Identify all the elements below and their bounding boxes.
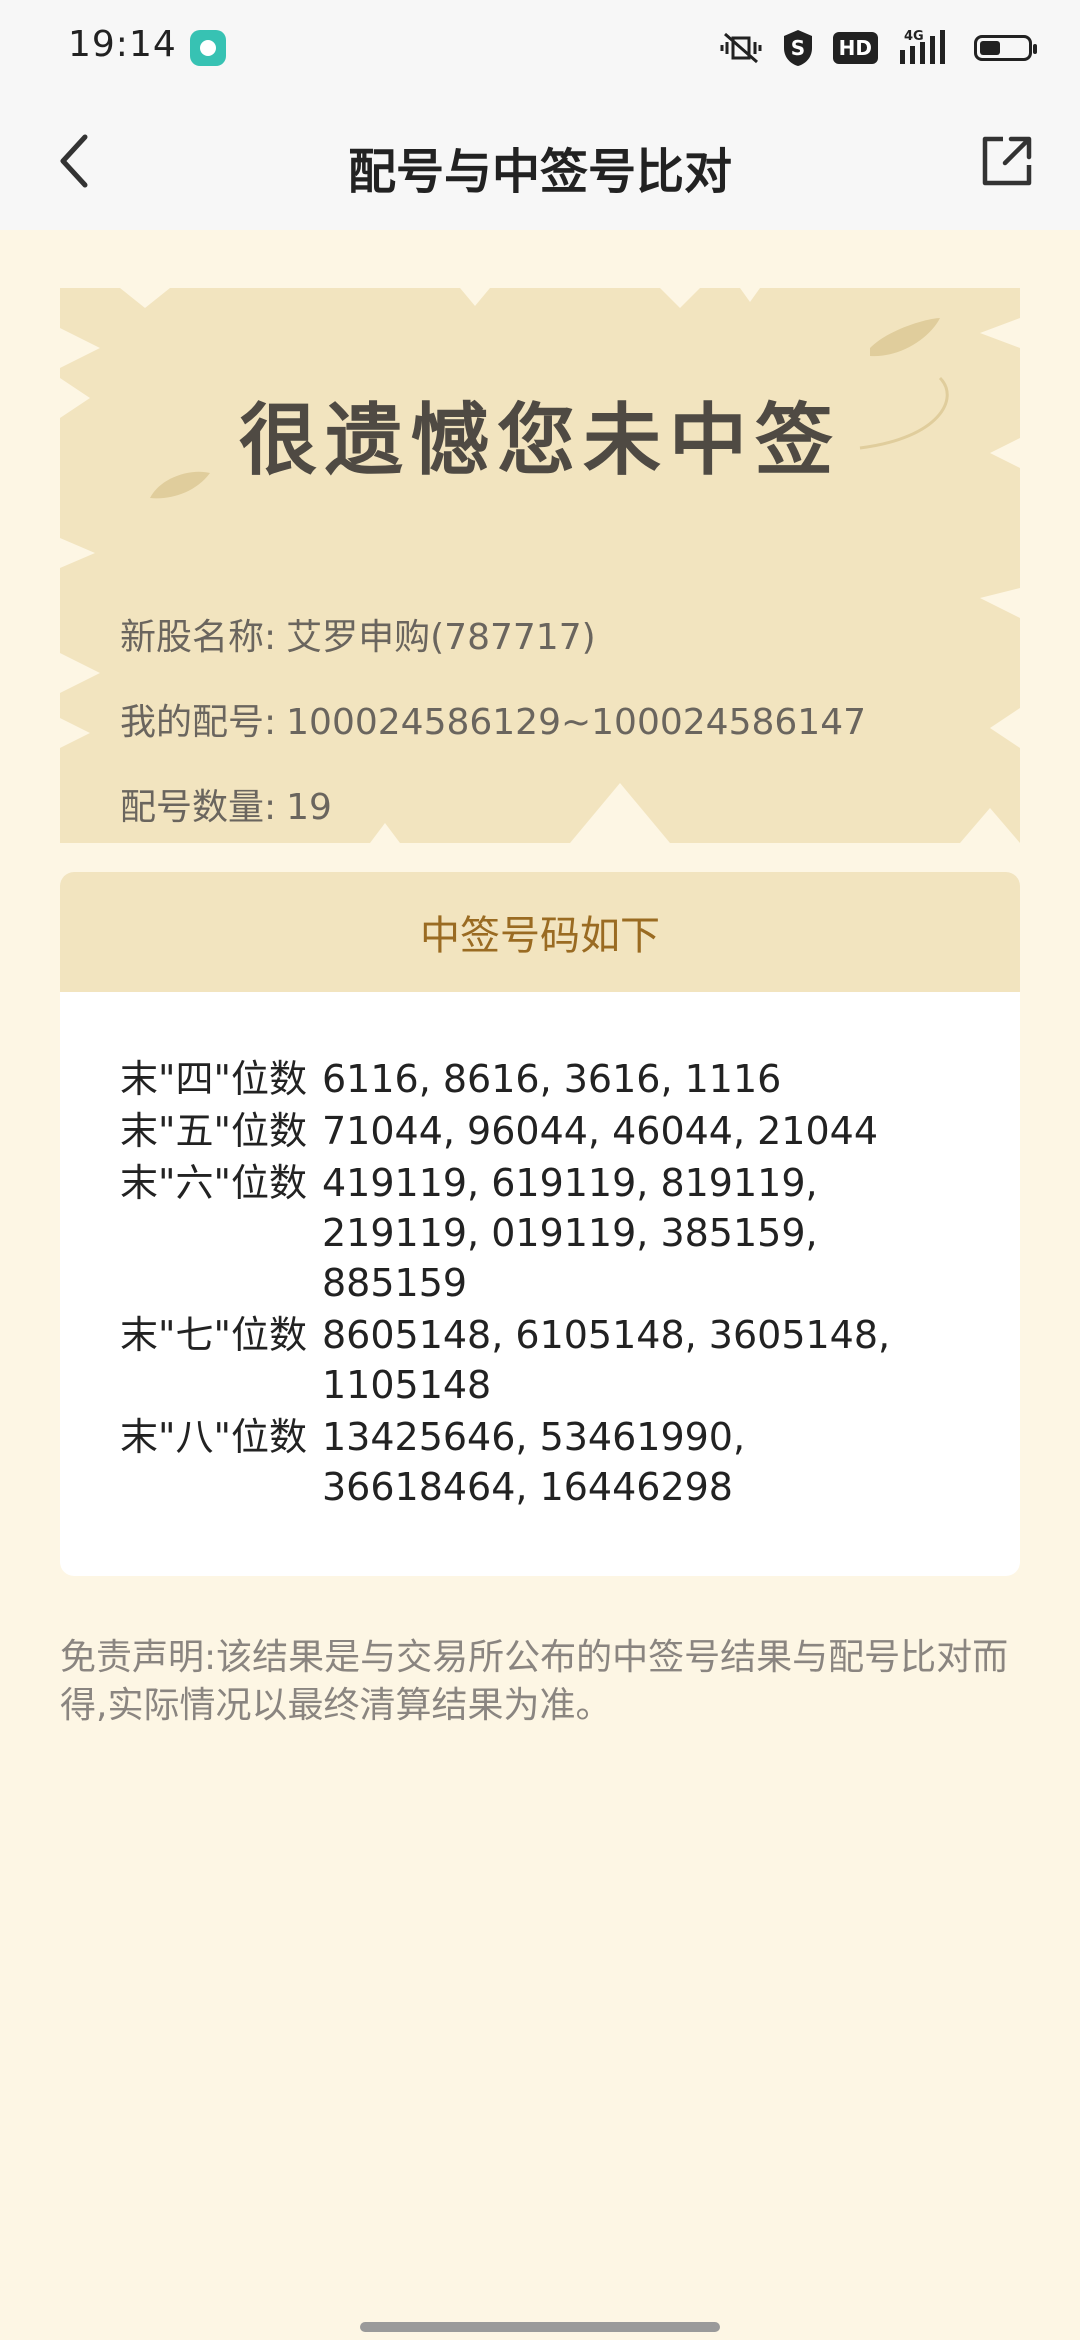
music-app-icon — [190, 30, 226, 66]
vibrate-mute-icon — [719, 30, 763, 66]
winning-numbers-header: 中签号码如下 — [60, 872, 1020, 992]
result-banner: 很遗憾您未中签 新股名称: 艾罗申购(787717) 我的配号: 100024586… — [60, 288, 1020, 843]
shield-s-icon: S — [781, 28, 815, 68]
list-item: 末"六"位数 419119, 619119, 819119, 219119, 0… — [120, 1158, 1020, 1308]
digit-group-values: 6116, 8616, 3616, 1116 — [322, 1057, 782, 1101]
allotment-count-row: 配号数量: 19 — [120, 778, 332, 830]
share-button[interactable] — [972, 126, 1042, 196]
winning-numbers-list: 末"四"位数 6116, 8616, 3616, 1116 末"五"位数 710… — [60, 992, 1020, 1512]
digit-group-values: 71044, 96044, 46044, 21044 — [322, 1109, 879, 1153]
svg-text:4G: 4G — [904, 29, 924, 44]
winning-numbers-card: 中签号码如下 末"四"位数 6116, 8616, 3616, 1116 末"五… — [60, 872, 1020, 1576]
allotment-number-value: 100024586129~100024586147 — [286, 702, 867, 743]
disclaimer-text: 免责声明:该结果是与交易所公布的中签号结果与配号比对而得,实际情况以最终清算结果… — [60, 1637, 1009, 1726]
digit-group-label: 末"七"位数 — [120, 1313, 307, 1357]
digit-group-label: 末"六"位数 — [120, 1161, 307, 1205]
digit-group-values: 13425646, 53461990, 36618464, 16446298 — [322, 1415, 746, 1509]
allotment-count-label: 配号数量: — [120, 787, 277, 828]
stock-name-value: 艾罗申购(787717) — [286, 617, 596, 658]
status-time: 19:14 — [68, 24, 177, 65]
digit-group-label: 末"五"位数 — [120, 1109, 307, 1153]
banner-decoration — [60, 288, 1020, 843]
hd-icon: HD — [832, 32, 878, 64]
svg-text:S: S — [790, 36, 804, 60]
list-item: 末"八"位数 13425646, 53461990, 36618464, 164… — [120, 1412, 1020, 1512]
share-external-icon — [982, 136, 1032, 186]
status-icons: S HD 4G — [719, 26, 1037, 70]
allotment-count-value: 19 — [286, 787, 332, 828]
digit-group-label: 末"八"位数 — [120, 1415, 307, 1459]
allotment-number-label: 我的配号: — [120, 702, 277, 743]
allotment-number-row: 我的配号: 100024586129~100024586147 — [120, 693, 866, 745]
page-title: 配号与中签号比对 — [347, 144, 732, 200]
home-indicator[interactable] — [360, 2322, 720, 2332]
list-item: 末"七"位数 8605148, 6105148, 3605148, 110514… — [120, 1310, 1020, 1410]
result-headline: 很遗憾您未中签 — [238, 396, 841, 486]
4g-signal-icon: 4G — [896, 28, 956, 68]
digit-group-values: 8605148, 6105148, 3605148, 1105148 — [322, 1313, 891, 1407]
nav-bar: 配号与中签号比对 — [0, 96, 1080, 230]
digit-group-label: 末"四"位数 — [120, 1057, 307, 1101]
battery-icon — [974, 35, 1037, 61]
winning-numbers-title: 中签号码如下 — [420, 913, 660, 959]
digit-group-values: 419119, 619119, 819119, 219119, 019119, … — [322, 1161, 818, 1305]
list-item: 末"四"位数 6116, 8616, 3616, 1116 — [120, 1054, 1020, 1104]
status-bar: 19:14 S HD 4G — [0, 0, 1080, 96]
list-item: 末"五"位数 71044, 96044, 46044, 21044 — [120, 1106, 1020, 1156]
stock-name-label: 新股名称: — [120, 617, 277, 658]
stock-name-row: 新股名称: 艾罗申购(787717) — [120, 608, 596, 660]
